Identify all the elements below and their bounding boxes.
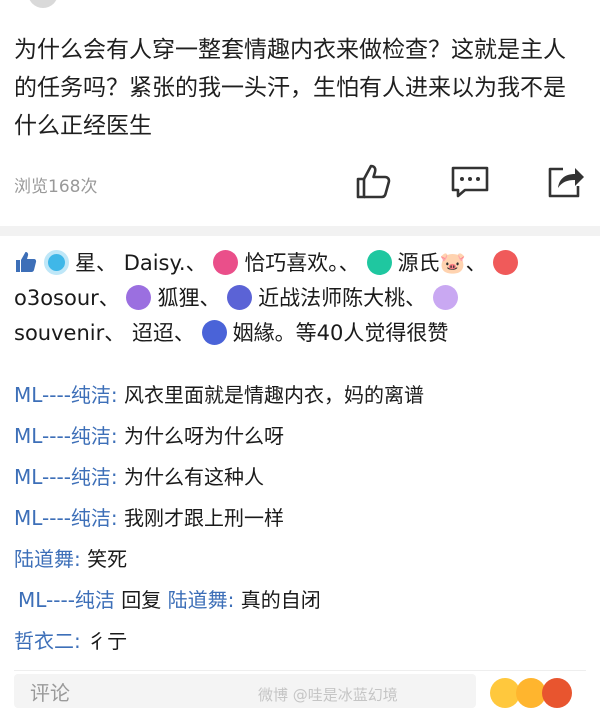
comment-text: 我刚才跟上刑一样	[117, 506, 285, 530]
comment-reply-item[interactable]: ML----纯洁 回复 陆道舞: 真的自闭	[14, 580, 590, 621]
likes-summary: 等40人觉得很赞	[295, 321, 449, 345]
e-badge-icon[interactable]	[126, 285, 152, 310]
comment-author[interactable]: 哲衣二:	[14, 629, 81, 653]
like-name[interactable]: souvenir、	[14, 321, 125, 345]
comment-author[interactable]: ML----纯洁:	[14, 465, 118, 489]
chat-bubble-icon	[451, 166, 489, 198]
like-name[interactable]: Daisy.、	[124, 251, 207, 275]
footer-divider	[14, 670, 586, 671]
like-name[interactable]: 星、	[75, 251, 117, 275]
like-name[interactable]: 源氏🐷、	[398, 251, 487, 275]
comment-item[interactable]: ML----纯洁: 我刚才跟上刑一样	[14, 498, 590, 539]
thumb-up-icon	[356, 164, 391, 199]
comment-text: 真的自闭	[234, 588, 321, 612]
like-button[interactable]	[352, 160, 394, 202]
comment-text: 为什么呀为什么呀	[117, 424, 285, 448]
comment-item[interactable]: 陆道舞: 笑死	[14, 539, 590, 580]
flower-avatar-icon[interactable]	[493, 250, 519, 275]
comment-list: ML----纯洁: 风衣里面就是情趣内衣，妈的离谱 ML----纯洁: 为什么呀…	[14, 375, 590, 662]
watermark: 微博 @哇是冰蓝幻境	[258, 686, 398, 704]
comment-author[interactable]: 陆道舞:	[14, 547, 81, 571]
post-text: 为什么会有人穿一整套情趣内衣来做检查？这就是主人的任务吗？紧张的我一头汗，生怕有…	[14, 37, 566, 139]
likes-list: 星、 Daisy.、 恰巧喜欢。、 源氏🐷、 o3osour、 狐狸、 近战法师…	[14, 246, 590, 351]
comment-text: 风衣里面就是情趣内衣，妈的离谱	[117, 383, 425, 407]
comment-item[interactable]: ML----纯洁: 为什么呀为什么呀	[14, 416, 590, 457]
like-name[interactable]: 恰巧喜欢。、	[244, 251, 360, 275]
star-avatar-icon[interactable]	[201, 320, 227, 345]
share-icon	[548, 167, 584, 198]
like-name[interactable]: 近战法师陈大桃、	[258, 286, 426, 310]
comment-input[interactable]: 评论	[14, 674, 476, 708]
moon-avatar-icon[interactable]	[432, 285, 458, 310]
like-name[interactable]: o3osour、	[14, 286, 120, 310]
like-name[interactable]: 狐狸、	[157, 286, 220, 310]
avatar[interactable]	[28, 0, 58, 8]
like-name[interactable]: 姻緣。	[233, 321, 296, 345]
angry-emoji-icon	[542, 678, 572, 708]
comment-text: 为什么有这种人	[117, 465, 265, 489]
thumb-up-icon	[16, 252, 37, 272]
comment-author[interactable]: ML----纯洁	[18, 588, 115, 612]
like-name[interactable]: 迢迢、	[132, 321, 195, 345]
post-header-cropped	[0, 0, 600, 10]
star-badge-icon[interactable]	[213, 250, 239, 275]
section-divider	[0, 226, 600, 236]
comment-author[interactable]: ML----纯洁:	[14, 506, 118, 530]
comment-item[interactable]: ML----纯洁: 风衣里面就是情趣内衣，妈的离谱	[14, 375, 590, 416]
comment-text: 笑死	[80, 547, 128, 571]
comment-item[interactable]: ML----纯洁: 为什么有这种人	[14, 457, 590, 498]
reply-label: 回复	[114, 588, 168, 612]
comment-author[interactable]: ML----纯洁:	[14, 383, 118, 407]
comment-text: 彳亍	[80, 629, 128, 653]
comment-author[interactable]: ML----纯洁:	[14, 424, 118, 448]
cat-avatar-icon[interactable]	[366, 250, 392, 275]
emoji-button[interactable]	[490, 676, 590, 708]
face-avatar-icon[interactable]	[227, 285, 253, 310]
user-avatar-icon[interactable]	[44, 250, 69, 275]
comment-placeholder: 评论	[30, 681, 70, 705]
comment-item[interactable]: 哲衣二: 彳亍	[14, 621, 590, 662]
comment-button[interactable]	[449, 160, 491, 202]
share-button[interactable]	[545, 160, 587, 202]
view-count: 浏览168次	[14, 177, 98, 197]
reply-target[interactable]: 陆道舞:	[168, 588, 235, 612]
